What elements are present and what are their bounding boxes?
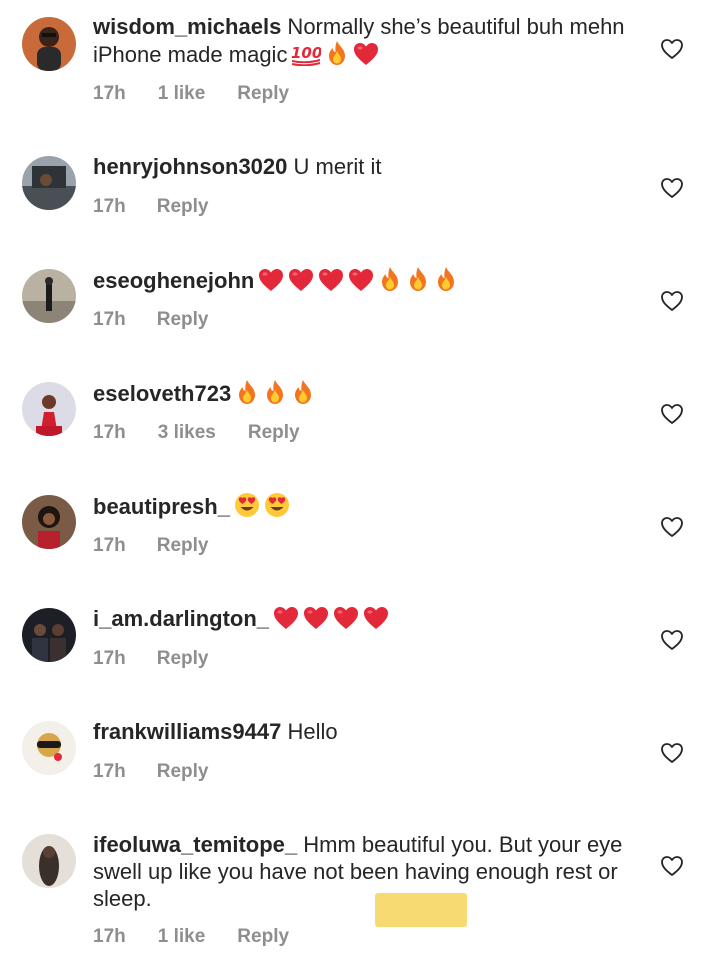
comment-body: wisdom_michaels Normally she’s beautiful…	[93, 13, 653, 68]
comment-username[interactable]: eseloveth723	[93, 381, 231, 406]
comment-body: i_am.darlington_	[93, 605, 653, 632]
red-heart-emoji-icon	[318, 268, 344, 292]
avatar[interactable]	[22, 834, 76, 888]
like-heart-icon[interactable]	[660, 37, 684, 61]
comment-timestamp: 17h	[93, 422, 126, 443]
like-heart-icon[interactable]	[660, 741, 684, 765]
fire-emoji-icon	[406, 266, 430, 292]
fire-emoji-icon	[263, 379, 287, 405]
fire-emoji-icon	[291, 379, 315, 405]
comment-username[interactable]: wisdom_michaels	[93, 14, 281, 39]
red-heart-emoji-icon	[303, 606, 329, 630]
red-heart-emoji-icon	[348, 268, 374, 292]
comment-meta: 17h Reply	[93, 196, 209, 218]
comment-username[interactable]: henryjohnson3020	[93, 154, 287, 179]
comment-username[interactable]: i_am.darlington_	[93, 606, 269, 631]
avatar[interactable]	[22, 156, 76, 210]
comment-username[interactable]: beautipresh_	[93, 494, 230, 519]
like-heart-icon[interactable]	[660, 176, 684, 200]
red-heart-emoji-icon	[363, 606, 389, 630]
red-heart-emoji-icon	[273, 606, 299, 630]
reply-button[interactable]: Reply	[237, 926, 289, 948]
avatar[interactable]	[22, 269, 76, 323]
comment-text: U merit it	[287, 154, 382, 179]
avatar[interactable]	[22, 17, 76, 71]
comment-timestamp: 17h	[93, 309, 126, 330]
comment-like-count[interactable]: 1 like	[158, 83, 206, 105]
comment-timestamp: 17h	[93, 926, 126, 947]
comment-like-count[interactable]: 1 like	[158, 926, 206, 948]
fire-emoji-icon	[325, 40, 349, 66]
like-heart-icon[interactable]	[660, 289, 684, 313]
heart-eyes-emoji-icon	[264, 492, 290, 518]
heart-eyes-emoji-icon	[234, 492, 260, 518]
comment-like-count[interactable]: 3 likes	[158, 422, 216, 444]
reply-button[interactable]: Reply	[157, 196, 209, 218]
comment-username[interactable]: ifeoluwa_temitope_	[93, 832, 297, 857]
comment-meta: 17h Reply	[93, 535, 209, 557]
yellow-highlight-mark	[375, 893, 467, 927]
comment-text: Hello	[281, 719, 338, 744]
comment-body: ifeoluwa_temitope_ Hmm beautiful you. Bu…	[93, 831, 653, 912]
avatar[interactable]	[22, 608, 76, 662]
red-heart-emoji-icon	[288, 268, 314, 292]
comment-timestamp: 17h	[93, 761, 126, 782]
like-heart-icon[interactable]	[660, 854, 684, 878]
reply-button[interactable]: Reply	[157, 648, 209, 670]
comment-meta: 17h Reply	[93, 761, 209, 783]
comment-meta: 17h Reply	[93, 648, 209, 670]
comment-timestamp: 17h	[93, 196, 126, 217]
hundred-points-emoji-icon: 100	[291, 40, 321, 66]
comment-meta: 17h 3 likes Reply	[93, 422, 300, 444]
avatar[interactable]	[22, 721, 76, 775]
red-heart-emoji-icon	[353, 42, 379, 66]
reply-button[interactable]: Reply	[237, 83, 289, 105]
comment-meta: 17h 1 like Reply	[93, 926, 289, 948]
reply-button[interactable]: Reply	[157, 309, 209, 331]
fire-emoji-icon	[378, 266, 402, 292]
comment-body: beautipresh_	[93, 492, 653, 520]
like-heart-icon[interactable]	[660, 402, 684, 426]
comment-timestamp: 17h	[93, 83, 126, 104]
comment-body: frankwilliams9447 Hello	[93, 718, 653, 745]
avatar[interactable]	[22, 495, 76, 549]
fire-emoji-icon	[235, 379, 259, 405]
comment-meta: 17h Reply	[93, 309, 209, 331]
red-heart-emoji-icon	[333, 606, 359, 630]
svg-text:100: 100	[291, 44, 321, 62]
reply-button[interactable]: Reply	[248, 422, 300, 444]
comment-body: henryjohnson3020 U merit it	[93, 153, 653, 180]
comment-meta: 17h 1 like Reply	[93, 83, 289, 105]
comment-body: eseoghenejohn	[93, 266, 653, 294]
comment-timestamp: 17h	[93, 648, 126, 669]
like-heart-icon[interactable]	[660, 515, 684, 539]
comment-timestamp: 17h	[93, 535, 126, 556]
comment-body: eseloveth723	[93, 379, 653, 407]
avatar[interactable]	[22, 382, 76, 436]
fire-emoji-icon	[434, 266, 458, 292]
reply-button[interactable]: Reply	[157, 535, 209, 557]
red-heart-emoji-icon	[258, 268, 284, 292]
comment-username[interactable]: eseoghenejohn	[93, 268, 254, 293]
comment-username[interactable]: frankwilliams9447	[93, 719, 281, 744]
like-heart-icon[interactable]	[660, 628, 684, 652]
reply-button[interactable]: Reply	[157, 761, 209, 783]
